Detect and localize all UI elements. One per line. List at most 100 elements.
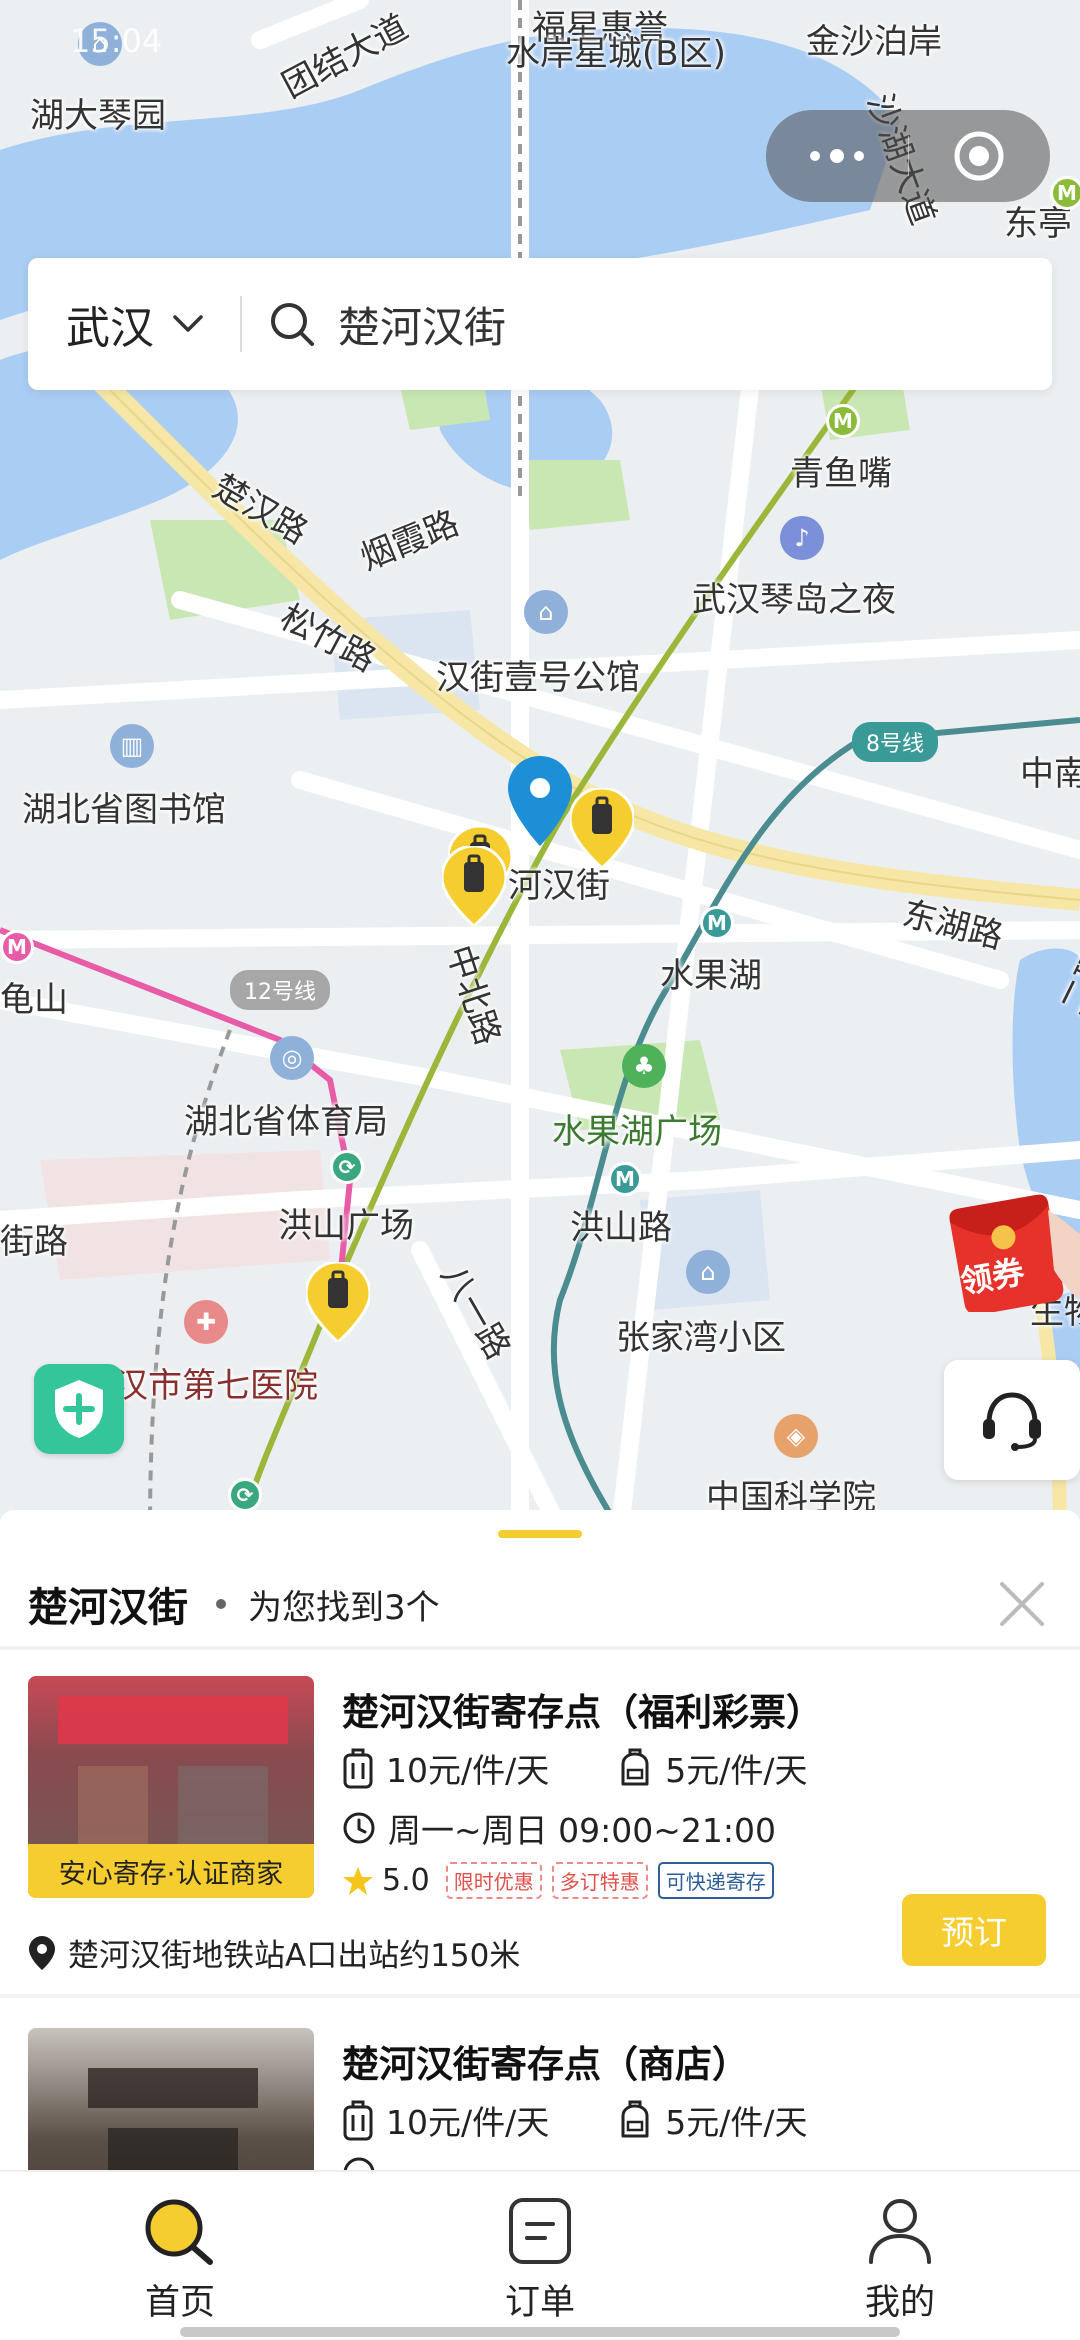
clock-icon (343, 2157, 375, 2170)
book-button[interactable]: 预订 (902, 1894, 1046, 1966)
tab-orders[interactable]: 订单 (460, 2196, 620, 2325)
map-label: 水果湖 (660, 956, 762, 996)
metro-line-badge: 12号线 (230, 970, 330, 1010)
metro-line-badge: 8号线 (852, 722, 938, 762)
metro-station-icon: M (826, 404, 860, 438)
metro-station-icon: M (1050, 176, 1080, 210)
search-icon (268, 300, 316, 348)
user-icon (869, 2199, 931, 2264)
chevron-down-icon (173, 315, 203, 332)
store-card[interactable]: 楚河汉街寄存点（商店） 10元/件/天 5元/件/天 (0, 2028, 1080, 2170)
separator-dot (216, 1599, 226, 1609)
home-poi-icon: ⌂ (524, 590, 568, 634)
location-pin-icon (29, 1935, 55, 1970)
promo-tag: 多订特惠 (551, 1862, 648, 1899)
close-icon[interactable] (994, 1576, 1050, 1632)
music-poi-icon: ♪ (780, 516, 824, 560)
opening-hours: 周一~周日 09:00~21:00 (342, 1804, 776, 1852)
map-label: 汉街壹号公馆 (436, 658, 640, 698)
metro-station-icon: M (0, 930, 34, 964)
results-title: 楚河汉街 (28, 1585, 188, 1631)
customer-service-button[interactable] (944, 1360, 1080, 1480)
map-label: 湖大琴园 (30, 96, 166, 136)
map-label: 张家湾小区 (616, 1318, 786, 1358)
store-address: 楚河汉街地铁站A口出站约150米 (28, 1930, 520, 1975)
hours-text: 周一~周日 09:00~21:00 (388, 1811, 776, 1850)
storage-pin-icon[interactable] (570, 788, 634, 868)
map-label: 街路 (0, 1222, 68, 1262)
search-query: 楚河汉街 (338, 302, 507, 352)
miniprogram-capsule (766, 110, 1050, 202)
clock-icon (343, 1812, 375, 1844)
city-selector[interactable]: 武汉 (28, 294, 240, 354)
store-name: 楚河汉街寄存点（福利彩票） (342, 1691, 823, 1734)
price-row: 10元/件/天 5元/件/天 (342, 1744, 807, 1792)
tab-profile[interactable]: 我的 (820, 2196, 980, 2325)
close-miniprogram-button[interactable] (909, 130, 1051, 182)
results-header: 楚河汉街 为您找到3个 (0, 1554, 1080, 1654)
tab-label: 我的 (864, 2283, 935, 2323)
map-label: 中南 (1020, 754, 1080, 794)
metro-station-icon: M (700, 906, 734, 940)
tab-home[interactable]: 首页 (100, 2196, 260, 2325)
tab-label: 首页 (144, 2283, 215, 2323)
divider (0, 1994, 1080, 1998)
map-label: 武汉琴岛之夜 (692, 580, 896, 620)
storage-pin-icon[interactable] (306, 1262, 370, 1342)
map-label: 洪山路 (570, 1208, 672, 1248)
store-thumbnail (28, 2028, 314, 2170)
store-card[interactable]: 安心寄存·认证商家 楚河汉街寄存点（福利彩票） 10元/件/天 5元/件/天 周… (0, 1676, 1080, 1976)
headset-icon (983, 1392, 1041, 1451)
map-label: 金沙泊岸 (806, 22, 942, 62)
hospital-poi-icon: ✚ (184, 1300, 228, 1344)
store-name: 楚河汉街寄存点（商店） (342, 2043, 749, 2086)
tab-bar: 首页 订单 我的 (0, 2170, 1080, 2340)
rating-value: 5.0 (382, 1863, 430, 1898)
tab-label: 订单 (504, 2283, 575, 2323)
suitcase-icon (343, 2100, 373, 2141)
library-poi-icon: ▥ (110, 724, 154, 768)
map-label: 湖北省体育局 (184, 1102, 388, 1142)
map-label: 龟山 (0, 980, 68, 1020)
sheet-grabber[interactable] (498, 1530, 582, 1538)
results-count: 为您找到3个 (248, 1587, 440, 1628)
price-large: 10元/件/天 (386, 2103, 550, 2142)
current-location-pin-icon (508, 756, 572, 846)
rating-and-tags: 5.0 限时优惠 多订特惠 可快递寄存 (342, 1862, 784, 1899)
price-large-luggage: 10元/件/天 (342, 1744, 549, 1792)
safety-button[interactable] (34, 1364, 124, 1454)
promo-tag: 限时优惠 (445, 1862, 542, 1899)
map-label: 水果湖广场 (552, 1112, 722, 1152)
price-small-luggage: 5元/件/天 (617, 1744, 807, 1792)
divider (0, 1646, 1080, 1650)
map-label: 洪山广场 (278, 1206, 414, 1246)
price-large-luggage: 10元/件/天 (342, 2096, 549, 2144)
map-view[interactable]: 团结大道 福星惠誉 水岸星城(B区) 金沙泊岸 湖大琴园 沙湖大道 东亭 青鱼嘴… (0, 0, 1080, 1530)
search-icon (145, 2199, 213, 2265)
storage-pin-icon[interactable] (442, 846, 506, 926)
backpack-icon (621, 1748, 649, 1786)
suitcase-icon (343, 1748, 373, 1789)
verified-merchant-badge: 安心寄存·认证商家 (28, 1844, 314, 1898)
home-poi-icon: ⌂ (686, 1250, 730, 1294)
backpack-icon (621, 2100, 649, 2138)
more-button[interactable] (766, 149, 908, 163)
metro-station-icon: M (608, 1162, 642, 1196)
home-indicator (180, 2327, 900, 2337)
search-input[interactable]: 楚河汉街 (242, 294, 506, 355)
map-label: 水岸星城(B区) (506, 34, 726, 74)
price-large: 10元/件/天 (386, 1751, 550, 1790)
store-photo (28, 2028, 314, 2170)
map-label: 青鱼嘴 (790, 454, 892, 494)
metro-transfer-icon: ⟳ (330, 1150, 364, 1184)
institute-poi-icon: ◈ (774, 1414, 818, 1458)
price-small: 5元/件/天 (665, 2103, 808, 2142)
opening-hours (342, 2156, 388, 2170)
search-bar: 武汉 楚河汉街 (28, 258, 1052, 390)
status-time: 15:04 (70, 22, 163, 60)
coupon-button[interactable]: 领券 (944, 1190, 1080, 1312)
map-label: 湖北省图书馆 (22, 790, 226, 830)
city-label: 武汉 (66, 303, 154, 354)
price-row: 10元/件/天 5元/件/天 (342, 2096, 807, 2144)
service-tag: 可快递寄存 (657, 1862, 774, 1899)
